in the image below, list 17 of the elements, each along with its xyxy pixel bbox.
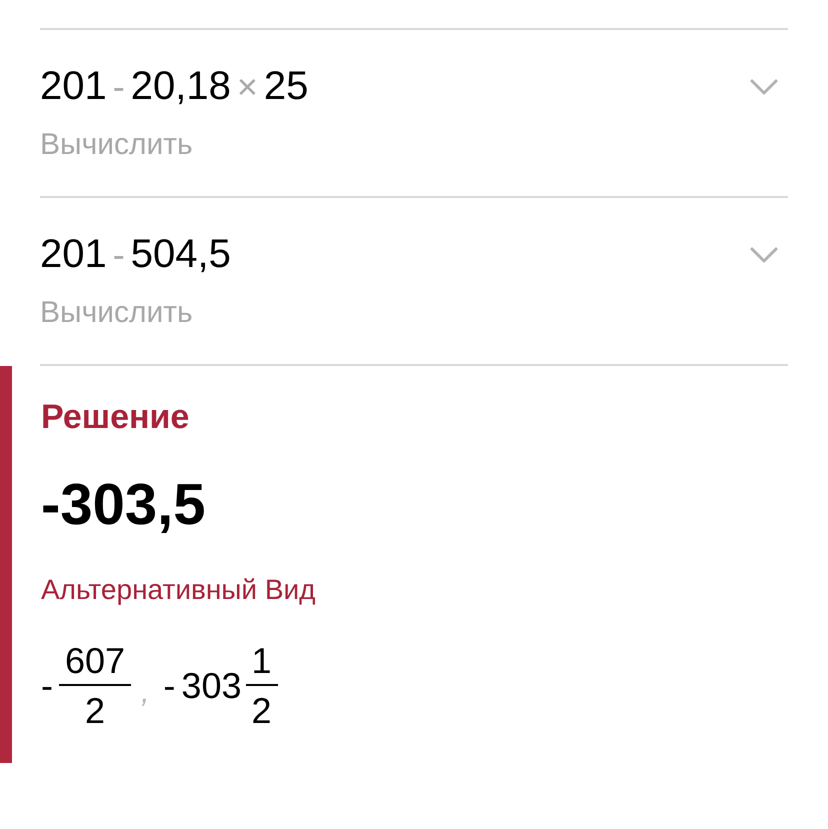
separator: , (141, 676, 150, 710)
denominator: 2 (84, 691, 106, 731)
chevron-icon[interactable] (750, 246, 778, 262)
step-label: Вычислить (40, 295, 194, 331)
chevron-icon[interactable] (750, 78, 778, 94)
minus-sign: - (163, 666, 176, 706)
expression: 201-20,18×25 (40, 63, 308, 110)
expression: 201-504,5 (40, 231, 231, 278)
minus-sign: - (41, 666, 53, 706)
step-label: Вычислить (40, 127, 194, 163)
numerator: 607 (64, 641, 126, 681)
numerator: 1 (250, 641, 273, 681)
result-value: -303,5 (41, 471, 206, 539)
whole-number: 303 (181, 666, 242, 706)
solution-title: Решение (41, 397, 190, 437)
alternative-form-title: Альтернативный Вид (41, 573, 316, 607)
denominator: 2 (250, 691, 273, 731)
